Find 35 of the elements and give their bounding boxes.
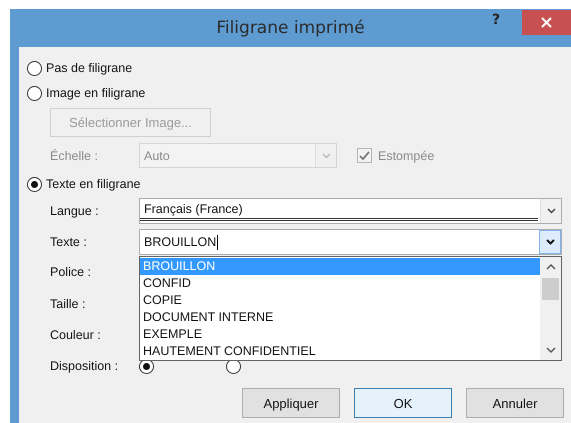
close-icon — [541, 17, 552, 28]
list-item[interactable]: COPIE — [140, 292, 540, 309]
text-combo-box[interactable]: BROUILLON — [139, 229, 562, 255]
field-label: Taille : — [50, 297, 86, 311]
field-label: Disposition : — [50, 359, 120, 373]
dialog-button[interactable]: Appliquer — [242, 388, 340, 418]
field-label: Échelle : — [50, 148, 99, 162]
list-item[interactable]: DOCUMENT INTERNE — [140, 309, 540, 326]
chevron-down-icon — [322, 152, 330, 158]
scroll-down-icon — [546, 347, 556, 354]
field-label: Police : — [50, 265, 92, 279]
close-button[interactable] — [522, 10, 571, 35]
scroll-up-icon — [546, 263, 556, 270]
field-label: Texte : — [50, 235, 88, 249]
window-title: Filigrane imprimé — [216, 18, 365, 38]
scrollbar-thumb[interactable] — [542, 278, 559, 300]
radio-button[interactable] — [27, 86, 42, 100]
radio-button[interactable] — [27, 176, 42, 192]
chevron-down-icon — [546, 239, 554, 245]
radio-label: Texte en filigrane — [46, 177, 141, 191]
dialog-button[interactable]: OK — [354, 388, 452, 418]
radio-label: Pas de filigrane — [46, 61, 132, 75]
dialog-button[interactable]: Annuler — [466, 388, 564, 418]
radio-label: Image en filigrane — [46, 86, 146, 100]
language-dropdown[interactable]: Français (France) — [139, 198, 562, 224]
list-item[interactable]: CONFID — [140, 275, 540, 292]
field-label: Langue : — [50, 204, 100, 218]
help-button[interactable]: ? — [488, 12, 504, 28]
list-item[interactable]: HAUTEMENT CONFIDENTIEL — [140, 343, 540, 360]
chevron-down-icon — [546, 208, 556, 214]
checkbox-label: Estompée — [378, 148, 434, 162]
radio-button[interactable] — [27, 60, 42, 76]
scrollbar[interactable] — [540, 257, 561, 360]
field-label: Couleur : — [50, 328, 102, 342]
list-item[interactable]: EXEMPLE — [140, 326, 540, 343]
